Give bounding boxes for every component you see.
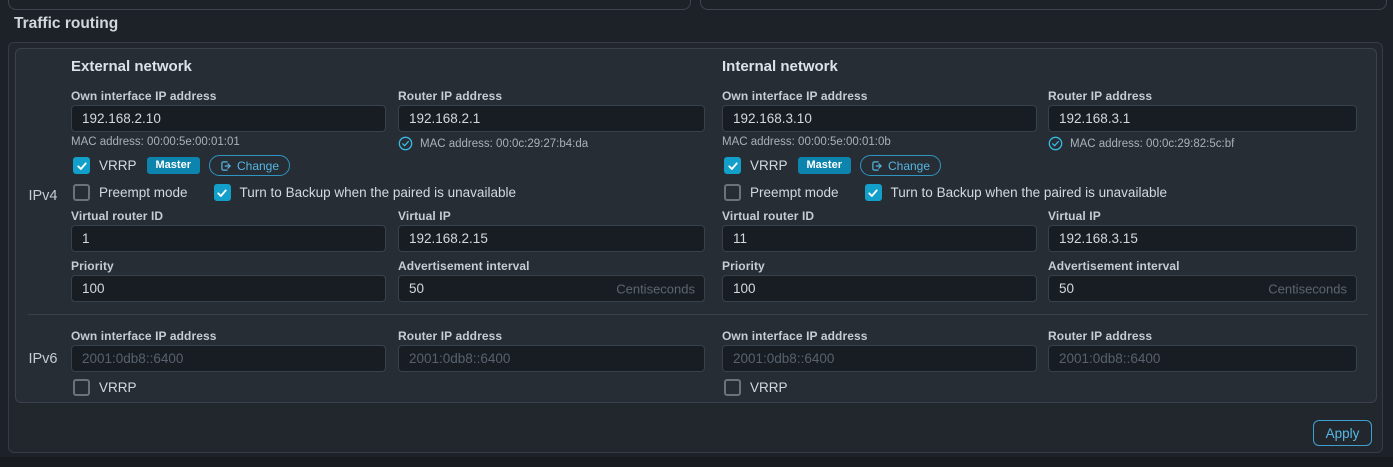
priority-label: Priority <box>722 259 1037 273</box>
own-interface-ip-label-ipv6: Own interface IP address <box>722 329 1037 343</box>
router-ip-label-ipv6: Router IP address <box>398 329 705 343</box>
change-icon <box>220 160 232 172</box>
verified-check-icon <box>398 136 413 151</box>
own-interface-ip-label: Own interface IP address <box>71 89 386 103</box>
vrrp-ipv6-label: VRRP <box>750 380 788 395</box>
router-ipv6-input[interactable] <box>398 345 705 372</box>
page-bottom-strip <box>0 457 1393 467</box>
turn-backup-checkbox[interactable] <box>214 184 231 201</box>
priority-label: Priority <box>71 259 386 273</box>
vrrp-checkbox[interactable] <box>724 157 741 174</box>
own-interface-ipv6-input[interactable] <box>722 345 1037 372</box>
own-interface-ip-label-ipv6: Own interface IP address <box>71 329 386 343</box>
router-mac-address: MAC address: 00:0c:29:82:5c:bf <box>1048 136 1234 151</box>
own-interface-ip-input[interactable] <box>722 105 1037 132</box>
adv-interval-input[interactable] <box>398 275 705 302</box>
vrrp-role-badge: Master <box>798 157 851 174</box>
priority-input[interactable] <box>71 275 386 302</box>
virtual-ip-input[interactable] <box>1048 225 1357 252</box>
preempt-mode-checkbox[interactable] <box>73 184 90 201</box>
previous-section-panel-left <box>8 0 691 10</box>
router-ip-input[interactable] <box>1048 105 1357 132</box>
router-ipv6-input[interactable] <box>1048 345 1357 372</box>
router-ip-input[interactable] <box>398 105 705 132</box>
virtual-ip-label: Virtual IP <box>398 209 705 223</box>
virtual-ip-input[interactable] <box>398 225 705 252</box>
adv-interval-input[interactable] <box>1048 275 1357 302</box>
router-mac-address: MAC address: 00:0c:29:27:b4:da <box>398 136 588 151</box>
vrrp-label: VRRP <box>99 158 137 173</box>
virtual-router-id-label: Virtual router ID <box>71 209 386 223</box>
internal-network-section: Internal network Own interface IP addres… <box>722 48 1357 403</box>
check-icon <box>867 187 879 199</box>
router-ip-label: Router IP address <box>1048 89 1357 103</box>
own-interface-ipv6-input[interactable] <box>71 345 386 372</box>
virtual-router-id-label: Virtual router ID <box>722 209 1037 223</box>
own-mac-address: MAC address: 00:00:5e:00:01:01 <box>71 136 240 148</box>
preempt-mode-label: Preempt mode <box>99 185 188 200</box>
vrrp-ipv6-label: VRRP <box>99 380 137 395</box>
router-ip-label-ipv6: Router IP address <box>1048 329 1357 343</box>
virtual-router-id-input[interactable] <box>71 225 386 252</box>
priority-input[interactable] <box>722 275 1037 302</box>
adv-interval-label: Advertisement interval <box>398 259 705 273</box>
change-role-button[interactable]: Change <box>209 155 290 176</box>
change-role-button[interactable]: Change <box>860 155 941 176</box>
vrrp-checkbox[interactable] <box>73 157 90 174</box>
change-icon <box>871 160 883 172</box>
own-mac-address: MAC address: 00:00:5e:00:01:0b <box>722 136 891 148</box>
verified-check-icon <box>1048 136 1063 151</box>
check-icon <box>727 160 739 172</box>
turn-backup-label: Turn to Backup when the paired is unavai… <box>240 185 516 200</box>
check-icon <box>76 160 88 172</box>
own-interface-ip-label: Own interface IP address <box>722 89 1037 103</box>
virtual-ip-label: Virtual IP <box>1048 209 1357 223</box>
apply-button[interactable]: Apply <box>1313 420 1372 446</box>
own-interface-ip-input[interactable] <box>71 105 386 132</box>
previous-section-panel-right <box>700 0 1387 10</box>
external-network-section: External network Own interface IP addres… <box>71 48 705 403</box>
virtual-router-id-input[interactable] <box>722 225 1037 252</box>
adv-interval-label: Advertisement interval <box>1048 259 1357 273</box>
preempt-mode-label: Preempt mode <box>750 185 839 200</box>
vrrp-ipv6-checkbox[interactable] <box>73 379 90 396</box>
vrrp-role-badge: Master <box>147 157 200 174</box>
router-ip-label: Router IP address <box>398 89 705 103</box>
vrrp-ipv6-checkbox[interactable] <box>724 379 741 396</box>
ipv4-row-label: IPv4 <box>16 188 70 204</box>
ipv6-row-label: IPv6 <box>16 351 70 367</box>
turn-backup-checkbox[interactable] <box>865 184 882 201</box>
turn-backup-label: Turn to Backup when the paired is unavai… <box>891 185 1167 200</box>
vrrp-label: VRRP <box>750 158 788 173</box>
preempt-mode-checkbox[interactable] <box>724 184 741 201</box>
check-icon <box>216 187 228 199</box>
page-title: Traffic routing <box>14 15 118 33</box>
